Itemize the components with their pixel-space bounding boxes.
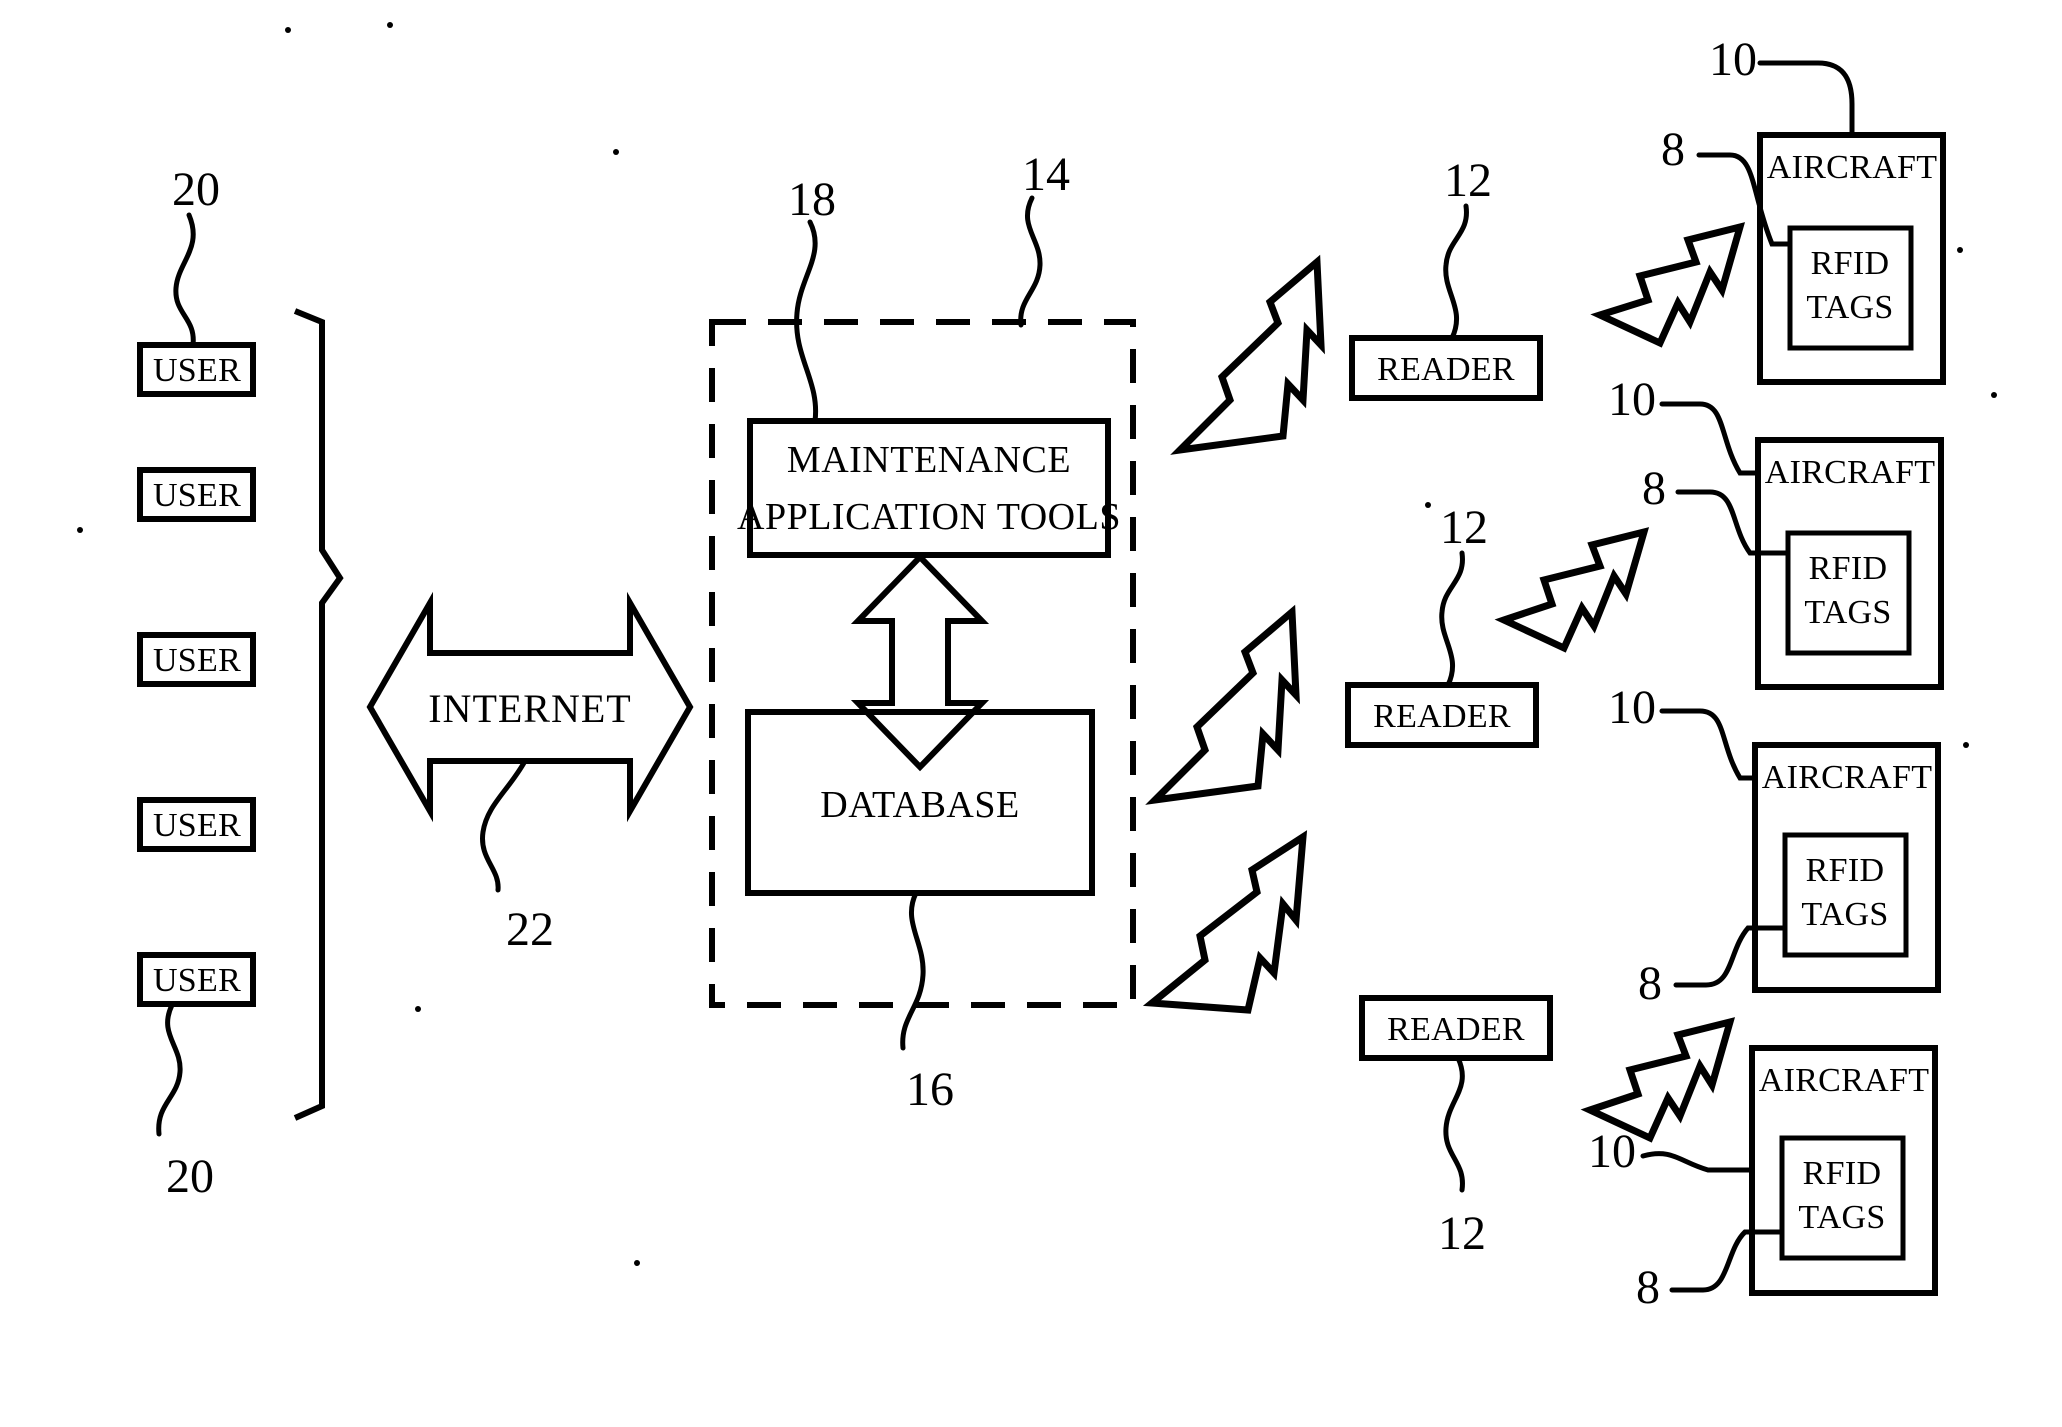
ref-numeral-aircraft-3: 10 [1608, 681, 1656, 734]
user-box-label: USER [153, 642, 241, 679]
rfid-tags-label-line2: TAGS [1806, 289, 1893, 326]
ref-numeral-database: 16 [906, 1063, 954, 1116]
internet-arrow-group: INTERNET 22 [366, 591, 694, 956]
tools-database-link [850, 552, 990, 772]
aircraft-label: AIRCRAFT [1762, 759, 1933, 796]
reader-label: READER [1377, 351, 1515, 388]
ref-numeral-reader-2: 12 [1440, 501, 1488, 554]
lightning-bolt-icon [1580, 1017, 1736, 1143]
rf-signal-server-reader-1 [1170, 254, 1325, 455]
reader-label: READER [1373, 698, 1511, 735]
reader-group-1: READER 12 [1349, 154, 1543, 401]
rfid-tags-label-line1: RFID [1809, 550, 1888, 587]
lead-line-user-top [173, 212, 196, 348]
aircraft-label: AIRCRAFT [1767, 149, 1938, 186]
rf-signal-reader-1-aircraft-1 [1590, 222, 1746, 348]
patent-figure: 20 USER USER USER USER USER 20 INTERNET … [0, 0, 2062, 1427]
lead-line-aircraft-2 [1659, 401, 1761, 476]
rfid-tags-label-line1: RFID [1806, 852, 1885, 889]
database-group: DATABASE 16 [745, 709, 1095, 1116]
rfid-tags-label-line2: TAGS [1801, 896, 1888, 933]
lead-line-internet [480, 758, 528, 893]
rf-signal-server-reader-2 [1145, 604, 1300, 805]
database-label: DATABASE [820, 784, 1019, 826]
lead-line-server-boundary [1018, 195, 1043, 328]
aircraft-label: AIRCRAFT [1759, 1062, 1930, 1099]
lead-line-aircraft-3 [1659, 708, 1758, 781]
aircraft-group-1: AIRCRAFT RFID TAGS 10 8 [1661, 33, 1946, 385]
lead-line-aircraft-1 [1757, 60, 1855, 138]
lead-line-rfid-tags-2 [1675, 489, 1791, 556]
ref-numeral-internet: 22 [506, 903, 554, 956]
internet-label: INTERNET [428, 686, 632, 731]
lead-line-rfid-tags-3 [1673, 925, 1788, 988]
ref-numeral-server-boundary: 14 [1022, 148, 1070, 201]
aircraft-label: AIRCRAFT [1765, 454, 1936, 491]
rf-signal-server-reader-3 [1142, 830, 1308, 1014]
reader-group-3: READER 12 [1359, 995, 1553, 1260]
lightning-bolt-icon [1494, 527, 1650, 653]
lead-line-reader-2 [1439, 550, 1465, 688]
user-box-label: USER [153, 807, 241, 844]
ref-numeral-rfid-tags-4: 8 [1636, 1261, 1660, 1314]
rfid-tags-label-line2: TAGS [1798, 1199, 1885, 1236]
rfid-tags-label-line1: RFID [1811, 245, 1890, 282]
lead-line-reader-1 [1443, 203, 1469, 341]
lead-line-database [900, 890, 926, 1051]
ref-numeral-reader-3: 12 [1438, 1207, 1486, 1260]
rf-signal-aircraft-2 [1494, 527, 1650, 653]
rf-signal-reader-3-aircraft-4 [1580, 1017, 1736, 1143]
ref-numeral-rfid-tags-1: 8 [1661, 123, 1685, 176]
user-box-label: USER [153, 962, 241, 999]
ref-numeral-rfid-tags-3: 8 [1638, 957, 1662, 1010]
lightning-bolt-icon [1590, 222, 1746, 348]
lead-line-user-bottom [156, 1002, 183, 1137]
aircraft-group-3: AIRCRAFT RFID TAGS 10 8 [1608, 681, 1941, 1010]
lead-line-rfid-tags-4 [1669, 1229, 1785, 1293]
ref-numeral-aircraft-4: 10 [1588, 1125, 1636, 1178]
reader-label: READER [1387, 1011, 1525, 1048]
ref-numeral-aircraft-1: 10 [1709, 33, 1757, 86]
lead-line-reader-3 [1443, 1055, 1465, 1193]
user-group: 20 USER USER USER USER USER 20 [137, 163, 256, 1203]
maintenance-tools-group: MAINTENANCE APPLICATION TOOLS 18 [737, 173, 1121, 558]
maintenance-tools-label-line1: MAINTENANCE [787, 439, 1071, 481]
rfid-tags-label-line1: RFID [1803, 1155, 1882, 1192]
ref-numeral-user-top: 20 [172, 163, 220, 216]
ref-numeral-user-bottom: 20 [166, 1150, 214, 1203]
user-group-brace [293, 308, 344, 1121]
lightning-bolt-icon [1142, 830, 1308, 1014]
ref-numeral-reader-1: 12 [1444, 154, 1492, 207]
maintenance-tools-label-line2: APPLICATION TOOLS [737, 496, 1121, 538]
user-box-label: USER [153, 352, 241, 389]
ref-numeral-maintenance-tools: 18 [788, 173, 836, 226]
ref-numeral-rfid-tags-2: 8 [1642, 462, 1666, 515]
lightning-bolt-icon [1145, 604, 1300, 805]
lightning-bolt-icon [1170, 254, 1325, 455]
user-box-label: USER [153, 477, 241, 514]
aircraft-group-2: AIRCRAFT RFID TAGS 10 8 [1608, 373, 1944, 690]
rfid-tags-label-line2: TAGS [1804, 594, 1891, 631]
lead-line-aircraft-4 [1640, 1151, 1755, 1173]
ref-numeral-aircraft-2: 10 [1608, 373, 1656, 426]
vertical-bidirectional-arrow [850, 552, 990, 772]
